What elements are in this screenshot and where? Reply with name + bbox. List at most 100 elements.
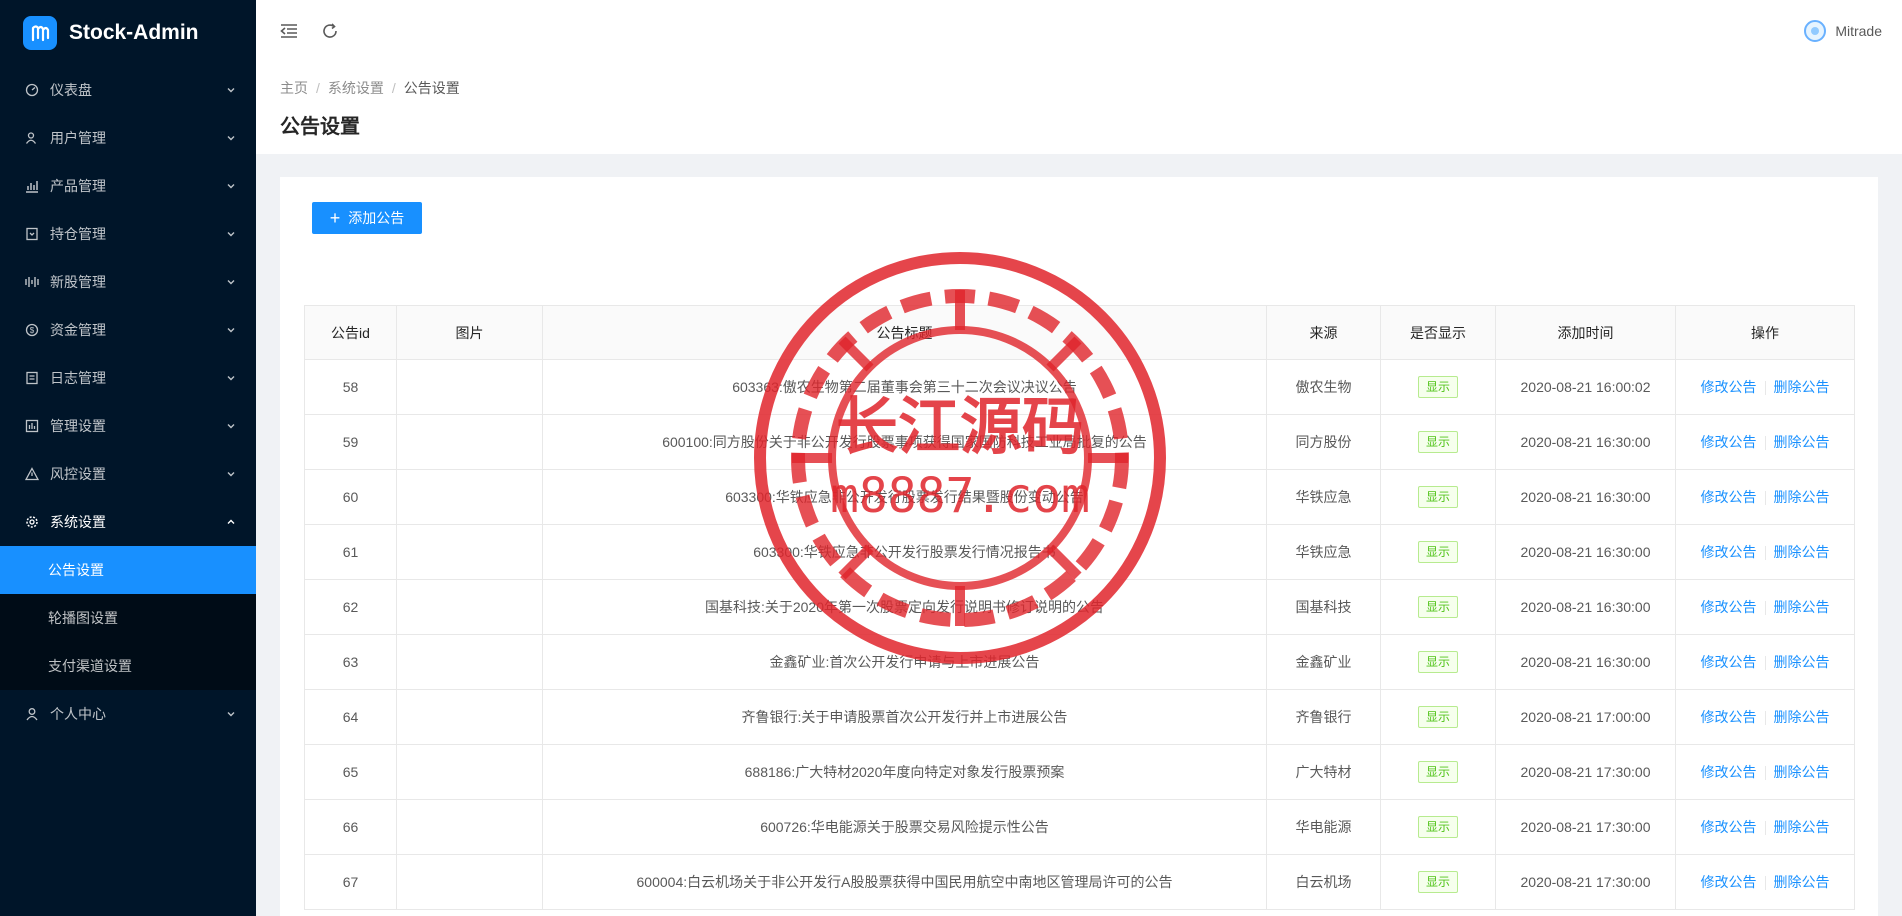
cell-title: 603300:华铁应急非公开发行股票发行情况报告书 (542, 524, 1267, 580)
position-icon (24, 226, 40, 242)
cell-actions: 修改公告 删除公告 (1675, 634, 1855, 690)
breadcrumb-home[interactable]: 主页 (280, 78, 308, 98)
table-row: 61 603300:华铁应急非公开发行股票发行情况报告书 华铁应急 显示 2020-08… (304, 524, 1855, 580)
edit-announcement-link[interactable]: 修改公告 (1701, 709, 1757, 725)
content-card: + 添加公告 公告id 图片 公告标题 来源 是否显示 添加时间 操作 58 60… (280, 177, 1878, 916)
table-row: 62 国基科技:关于2020年第一次股票定向发行说明书修订说明的公告 国基科技 显示 2… (304, 579, 1855, 635)
cell-time: 2020-08-21 17:30:00 (1495, 744, 1676, 800)
sidebar-item[interactable]: 持仓管理 (0, 210, 256, 258)
status-badge: 显示 (1417, 376, 1458, 398)
sidebar-item-label: 个人中心 (50, 706, 106, 722)
edit-announcement-link[interactable]: 修改公告 (1701, 654, 1757, 670)
delete-announcement-link[interactable]: 删除公告 (1774, 709, 1830, 725)
edit-announcement-link[interactable]: 修改公告 (1701, 379, 1757, 395)
delete-announcement-link[interactable]: 删除公告 (1774, 599, 1830, 615)
status-badge: 显示 (1417, 871, 1458, 893)
cell-source: 国基科技 (1266, 579, 1381, 635)
breadcrumb-parent[interactable]: 系统设置 (328, 78, 384, 98)
status-badge: 显示 (1417, 541, 1458, 563)
edit-announcement-link[interactable]: 修改公告 (1701, 874, 1757, 890)
delete-announcement-link[interactable]: 删除公告 (1774, 544, 1830, 560)
sidebar-item[interactable]: 产品管理 (0, 162, 256, 210)
sidebar-item[interactable]: 风控设置 (0, 450, 256, 498)
username: Mitrade (1835, 23, 1882, 39)
sidebar-item[interactable]: $ 资金管理 (0, 306, 256, 354)
money-icon: $ (24, 322, 40, 338)
cell-time: 2020-08-21 16:00:02 (1495, 359, 1676, 415)
status-badge: 显示 (1417, 486, 1458, 508)
delete-announcement-link[interactable]: 删除公告 (1774, 434, 1830, 450)
table-body: 58 603363:傲农生物第二届董事会第三十二次会议决议公告 傲农生物 显示 2020… (304, 359, 1855, 910)
delete-announcement-link[interactable]: 删除公告 (1774, 819, 1830, 835)
brand[interactable]: Stock-Admin (0, 0, 256, 66)
chevron-down-icon (226, 133, 236, 143)
column-header-title: 公告标题 (542, 305, 1267, 360)
cell-image (396, 579, 543, 635)
sidebar-item[interactable]: 系统设置 (0, 498, 256, 546)
refresh-icon[interactable] (317, 18, 343, 44)
delete-announcement-link[interactable]: 删除公告 (1774, 654, 1830, 670)
edit-announcement-link[interactable]: 修改公告 (1701, 489, 1757, 505)
sidebar-item[interactable]: 仪表盘 (0, 66, 256, 114)
cell-image (396, 414, 543, 470)
action-divider (1764, 436, 1766, 451)
cell-actions: 修改公告 删除公告 (1675, 469, 1855, 525)
cell-visible: 显示 (1380, 359, 1496, 415)
cell-time: 2020-08-21 16:30:00 (1495, 634, 1676, 690)
sidebar-subitem[interactable]: 公告设置 (0, 546, 256, 594)
edit-announcement-link[interactable]: 修改公告 (1701, 544, 1757, 560)
sidebar-item[interactable]: 用户管理 (0, 114, 256, 162)
sidebar-item[interactable]: 管理设置 (0, 402, 256, 450)
cell-visible: 显示 (1380, 689, 1496, 745)
page-header: 主页 / 系统设置 / 公告设置 公告设置 (256, 62, 1902, 154)
add-announcement-button[interactable]: + 添加公告 (312, 202, 422, 234)
delete-announcement-link[interactable]: 删除公告 (1774, 489, 1830, 505)
sidebar-subitem[interactable]: 轮播图设置 (0, 594, 256, 642)
cell-image (396, 634, 543, 690)
cell-id: 64 (304, 689, 397, 745)
cell-time: 2020-08-21 17:30:00 (1495, 799, 1676, 855)
cell-title: 688186:广大特材2020年度向特定对象发行股票预案 (542, 744, 1267, 800)
cell-title: 600726:华电能源关于股票交易风险提示性公告 (542, 799, 1267, 855)
sidebar-item-label: 用户管理 (50, 130, 106, 146)
delete-announcement-link[interactable]: 删除公告 (1774, 379, 1830, 395)
sidebar-subitem[interactable]: 支付渠道设置 (0, 642, 256, 690)
edit-announcement-link[interactable]: 修改公告 (1701, 819, 1757, 835)
cell-actions: 修改公告 删除公告 (1675, 359, 1855, 415)
menu-fold-icon[interactable] (276, 18, 302, 44)
table-row: 64 齐鲁银行:关于申请股票首次公开发行并上市进展公告 齐鲁银行 显示 2020-08-… (304, 689, 1855, 745)
column-header-id: 公告id (304, 305, 397, 360)
cell-visible: 显示 (1380, 799, 1496, 855)
edit-announcement-link[interactable]: 修改公告 (1701, 599, 1757, 615)
log-icon (24, 370, 40, 386)
person-icon (24, 706, 40, 722)
cell-id: 58 (304, 359, 397, 415)
cell-time: 2020-08-21 17:00:00 (1495, 689, 1676, 745)
cell-visible: 显示 (1380, 854, 1496, 910)
ipo-icon (24, 274, 40, 290)
table-row: 65 688186:广大特材2020年度向特定对象发行股票预案 广大特材 显示 2020… (304, 744, 1855, 800)
edit-announcement-link[interactable]: 修改公告 (1701, 434, 1757, 450)
sidebar-item[interactable]: 个人中心 (0, 690, 256, 738)
cell-image (396, 359, 543, 415)
cell-title: 600100:同方股份关于非公开发行股票事项获得国家国防科技工业局批复的公告 (542, 414, 1267, 470)
sidebar-item[interactable]: 日志管理 (0, 354, 256, 402)
sidebar-item[interactable]: 新股管理 (0, 258, 256, 306)
delete-announcement-link[interactable]: 删除公告 (1774, 764, 1830, 780)
action-divider (1764, 491, 1766, 506)
cell-source: 金鑫矿业 (1266, 634, 1381, 690)
action-divider (1764, 766, 1766, 781)
cell-image (396, 689, 543, 745)
delete-announcement-link[interactable]: 删除公告 (1774, 874, 1830, 890)
user-menu[interactable]: Mitrade (1804, 20, 1882, 42)
plus-icon: + (329, 208, 341, 228)
cell-source: 华电能源 (1266, 799, 1381, 855)
table-header-row: 公告id 图片 公告标题 来源 是否显示 添加时间 操作 (304, 305, 1855, 360)
edit-announcement-link[interactable]: 修改公告 (1701, 764, 1757, 780)
app: Stock-Admin 仪表盘用户管理产品管理 持仓管理 新股管理 $ 资金管理 日志管理… (0, 0, 1902, 916)
chevron-down-icon (226, 325, 236, 335)
breadcrumb-current: 公告设置 (403, 80, 460, 96)
cell-source: 广大特材 (1266, 744, 1381, 800)
cell-id: 59 (304, 414, 397, 470)
cell-visible: 显示 (1380, 469, 1496, 525)
